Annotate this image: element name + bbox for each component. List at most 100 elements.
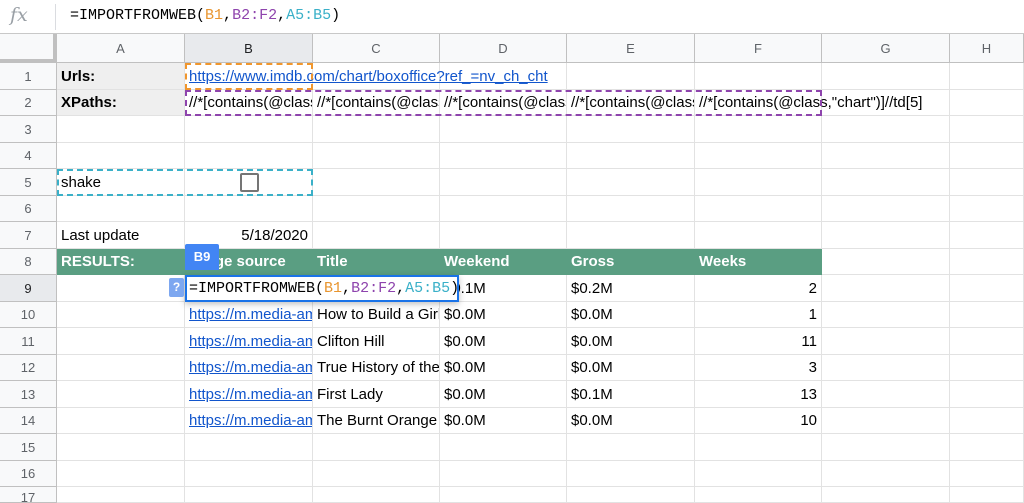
cell[interactable] [440, 169, 567, 196]
cell-weekend[interactable]: $0.0M [440, 302, 567, 328]
cell-f2[interactable]: //*[contains(@class,"chart")]//td[5] [695, 90, 922, 116]
image-source-link[interactable]: https://m.media-amazon.com [189, 412, 312, 429]
cell-weekend[interactable]: $0.0M [440, 328, 567, 355]
cell[interactable] [695, 222, 822, 249]
cell[interactable] [950, 408, 1024, 434]
cell[interactable] [567, 116, 695, 143]
cell-weeks[interactable]: 2 [695, 275, 822, 302]
cell[interactable] [695, 487, 822, 503]
cell[interactable] [313, 222, 440, 249]
cell[interactable] [950, 302, 1024, 328]
cell[interactable] [567, 169, 695, 196]
cell[interactable] [950, 222, 1024, 249]
row-header[interactable]: 8 [0, 249, 57, 275]
image-source-link[interactable]: https://m.media-amazon.com [189, 359, 312, 376]
cell[interactable] [57, 196, 185, 222]
cell[interactable] [695, 116, 822, 143]
cell-formula-editor[interactable]: =IMPORTFROMWEB(B1, B2:F2, A5:B5) [185, 275, 459, 302]
cell-a1[interactable]: Urls: [57, 63, 185, 90]
cell[interactable] [57, 355, 185, 381]
cell[interactable] [567, 143, 695, 169]
column-header-b[interactable]: B [185, 34, 313, 63]
row-header[interactable]: 15 [0, 434, 57, 461]
cell-e2[interactable]: //*[contains(@class,"chart")]//td[4] [567, 90, 695, 116]
row-header[interactable]: 17 [0, 487, 57, 503]
cell-title[interactable]: How to Build a Girl [313, 302, 440, 328]
cell[interactable] [567, 461, 695, 487]
image-source-link[interactable]: https://m.media-amazon.com [189, 306, 312, 323]
cell[interactable] [695, 461, 822, 487]
column-header-a[interactable]: A [57, 34, 185, 63]
cell[interactable] [57, 434, 185, 461]
cell-weekend[interactable]: $0.0M [440, 381, 567, 408]
cell-image[interactable]: https://m.media-amazon.com [185, 302, 313, 328]
cell[interactable] [57, 381, 185, 408]
cell-image[interactable]: https://m.media-amazon.com [185, 408, 313, 434]
column-header-c[interactable]: C [313, 34, 440, 63]
cell[interactable] [313, 434, 440, 461]
cell[interactable] [695, 196, 822, 222]
cell-f1[interactable] [695, 63, 822, 90]
cell-g1[interactable] [822, 63, 950, 90]
cell-weeks[interactable]: 1 [695, 302, 822, 328]
cell[interactable] [950, 355, 1024, 381]
cell-b1[interactable]: https://www.imdb.com/chart/boxoffice?ref… [185, 63, 548, 90]
cell[interactable] [695, 434, 822, 461]
formula-help-icon[interactable]: ? [169, 278, 184, 297]
cell[interactable] [440, 487, 567, 503]
cell[interactable] [440, 143, 567, 169]
cell[interactable] [57, 328, 185, 355]
cell-title[interactable]: True History of the Kelly Gang [313, 355, 440, 381]
cell-gross[interactable]: $0.0M [567, 355, 695, 381]
cell-d2[interactable]: //*[contains(@class,"chart")]//td[3] [440, 90, 567, 116]
cell-h2[interactable] [950, 90, 1024, 116]
header-weekend[interactable]: Weekend [440, 249, 567, 275]
cell[interactable] [822, 302, 950, 328]
cell[interactable] [185, 461, 313, 487]
results-label[interactable]: RESULTS: [57, 249, 185, 275]
column-header-f[interactable]: F [695, 34, 822, 63]
cell[interactable] [822, 408, 950, 434]
cell[interactable] [440, 116, 567, 143]
select-all-corner[interactable] [0, 34, 57, 63]
cell-weekend[interactable]: $0.0M [440, 408, 567, 434]
cell-weeks[interactable]: 11 [695, 328, 822, 355]
cell[interactable] [440, 461, 567, 487]
header-title[interactable]: Title [313, 249, 440, 275]
cell[interactable] [950, 434, 1024, 461]
cell-gross[interactable]: $0.0M [567, 302, 695, 328]
cell-image[interactable]: https://m.media-amazon.com [185, 355, 313, 381]
column-header-h[interactable]: H [950, 34, 1024, 63]
cell[interactable] [950, 461, 1024, 487]
cell[interactable] [822, 355, 950, 381]
cell-h1[interactable] [950, 63, 1024, 90]
row-header[interactable]: 14 [0, 408, 57, 434]
row-header[interactable]: 6 [0, 196, 57, 222]
cell[interactable] [822, 143, 950, 169]
column-header-d[interactable]: D [440, 34, 567, 63]
cell[interactable] [185, 487, 313, 503]
cell[interactable] [950, 275, 1024, 302]
cell[interactable] [950, 169, 1024, 196]
row-header[interactable]: 13 [0, 381, 57, 408]
row-header[interactable]: 7 [0, 222, 57, 249]
cell[interactable] [822, 434, 950, 461]
cell[interactable] [567, 196, 695, 222]
cell-gross[interactable]: $0.2M [567, 275, 695, 302]
cell[interactable] [313, 169, 440, 196]
column-header-g[interactable]: G [822, 34, 950, 63]
cell[interactable] [185, 143, 313, 169]
cell[interactable] [822, 487, 950, 503]
cell[interactable] [822, 461, 950, 487]
cell-title[interactable]: Clifton Hill [313, 328, 440, 355]
cell[interactable] [822, 381, 950, 408]
cell-a2[interactable]: XPaths: [57, 90, 185, 116]
cell[interactable] [567, 222, 695, 249]
cell[interactable] [822, 275, 950, 302]
cell-weeks[interactable]: 3 [695, 355, 822, 381]
cell-a7[interactable]: Last update [57, 222, 185, 249]
cell[interactable] [822, 328, 950, 355]
cell-c2[interactable]: //*[contains(@class,"chart")]//td[2] [313, 90, 440, 116]
cell[interactable] [950, 116, 1024, 143]
imdb-url-link[interactable]: https://www.imdb.com/chart/boxoffice?ref… [189, 68, 548, 85]
